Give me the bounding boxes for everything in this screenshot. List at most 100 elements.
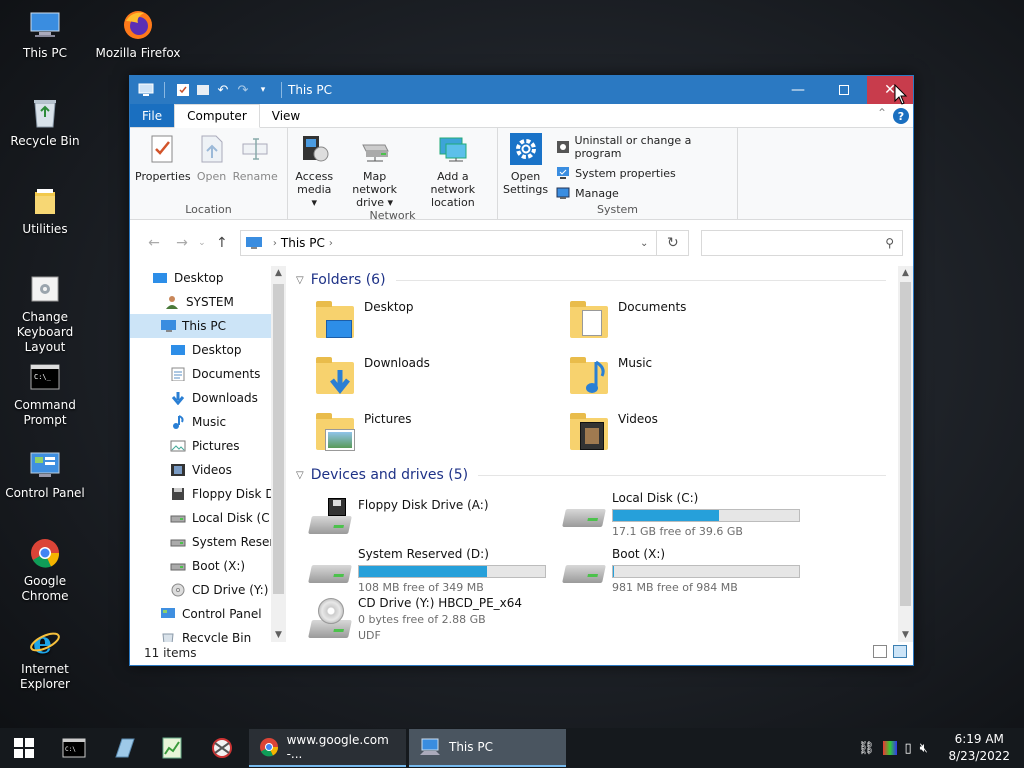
maximize-button[interactable] bbox=[821, 76, 867, 104]
address-bar[interactable]: › This PC › ⌄ bbox=[239, 230, 658, 256]
up-button[interactable]: ↑ bbox=[208, 235, 236, 251]
open-settings-button[interactable]: Open Settings bbox=[501, 132, 550, 203]
desktop-icon-change-keyboard-layout[interactable]: Change Keyboard Layout bbox=[0, 272, 90, 355]
desktop-icon-this-pc[interactable]: This PC bbox=[0, 8, 90, 61]
nav-item-cd-drive[interactable]: CD Drive (Y:) H bbox=[130, 578, 281, 602]
scrollbar-thumb[interactable] bbox=[900, 282, 911, 606]
scroll-up-arrow-icon[interactable]: ▲ bbox=[271, 268, 286, 278]
breadcrumb-chevron[interactable]: › bbox=[273, 238, 277, 249]
system-properties-button[interactable]: System properties bbox=[556, 166, 734, 180]
large-icons-view-icon[interactable] bbox=[893, 645, 907, 658]
network-tray-icon[interactable]: ⛓ bbox=[858, 741, 875, 756]
details-view-icon[interactable] bbox=[873, 645, 887, 658]
rename-button[interactable]: Rename bbox=[231, 132, 280, 203]
desktop-icon-control-panel[interactable]: Control Panel bbox=[0, 448, 90, 501]
nav-item-recycle-bin[interactable]: Recycle Bin bbox=[130, 626, 271, 642]
nav-pane-scrollbar[interactable]: ▲ ▼ bbox=[271, 266, 286, 642]
properties-qat-icon[interactable] bbox=[175, 82, 191, 98]
nav-item-this-pc[interactable]: This PC bbox=[130, 314, 271, 338]
address-dropdown-icon[interactable]: ⌄ bbox=[640, 238, 648, 249]
desktop-icon-google-chrome[interactable]: Google Chrome bbox=[0, 536, 90, 604]
nav-item-downloads[interactable]: Downloads bbox=[130, 386, 271, 410]
customize-qat-icon[interactable]: ▾ bbox=[255, 82, 271, 98]
nav-item-music[interactable]: Music bbox=[130, 410, 271, 434]
refresh-icon: ↻ bbox=[666, 235, 679, 251]
tab-computer[interactable]: Computer bbox=[174, 104, 260, 128]
drive-tile-system-reserved[interactable]: System Reserved (D:) 108 MB free of 349 … bbox=[308, 547, 558, 594]
scroll-down-arrow-icon[interactable]: ▼ bbox=[271, 630, 286, 640]
collapse-ribbon-icon[interactable]: ⌃ bbox=[877, 106, 887, 120]
recent-locations-button[interactable]: ⌄ bbox=[196, 238, 208, 248]
taskbar-snipping-tool[interactable] bbox=[202, 732, 242, 764]
minimize-button[interactable]: — bbox=[775, 76, 821, 104]
folder-tile-music[interactable]: Music bbox=[568, 354, 818, 398]
open-button[interactable]: Open bbox=[193, 132, 231, 203]
drive-tile-cd-drive[interactable]: CD Drive (Y:) HBCD_PE_x64 0 bytes free o… bbox=[308, 596, 558, 642]
content-scrollbar[interactable]: ▲ ▼ bbox=[898, 266, 913, 642]
music-note-icon bbox=[173, 415, 184, 429]
forward-button[interactable]: → bbox=[168, 235, 196, 251]
drive-tile-floppy[interactable]: Floppy Disk Drive (A:) bbox=[308, 498, 558, 542]
add-network-location-button[interactable]: Add a network location bbox=[412, 132, 494, 209]
redo-icon[interactable]: ↷ bbox=[235, 82, 251, 98]
start-button[interactable] bbox=[4, 732, 44, 764]
desktop-icon-label: Recycle Bin bbox=[10, 134, 80, 148]
folder-tile-downloads[interactable]: Downloads bbox=[314, 354, 564, 398]
nav-item-local-disk[interactable]: Local Disk (C:) bbox=[130, 506, 278, 530]
help-icon[interactable]: ? bbox=[893, 108, 909, 124]
desktop-icon-recycle-bin[interactable]: Recycle Bin bbox=[0, 96, 90, 149]
drive-tile-local-disk[interactable]: Local Disk (C:) 17.1 GB free of 39.6 GB bbox=[562, 491, 812, 538]
nav-item-label: Desktop bbox=[192, 343, 242, 357]
properties-button[interactable]: Properties bbox=[133, 132, 193, 203]
uninstall-program-button[interactable]: Uninstall or change a program bbox=[556, 134, 734, 160]
desktop-icon-utilities[interactable]: Utilities bbox=[0, 184, 90, 237]
back-button[interactable]: ← bbox=[140, 235, 168, 251]
desktop-icon-command-prompt[interactable]: C:\_ Command Prompt bbox=[0, 360, 90, 428]
nav-item-system[interactable]: SYSTEM bbox=[130, 290, 271, 314]
folder-tile-desktop[interactable]: Desktop bbox=[314, 298, 564, 342]
manage-button[interactable]: Manage bbox=[556, 186, 734, 200]
folders-section-header[interactable]: ▽ Folders (6) bbox=[296, 272, 886, 288]
taskbar-task-chrome[interactable]: www.google.com -... bbox=[249, 729, 406, 767]
nav-item-pictures[interactable]: Pictures bbox=[130, 434, 271, 458]
breadcrumb-this-pc[interactable]: This PC bbox=[281, 236, 325, 250]
tab-view[interactable]: View bbox=[260, 104, 312, 127]
folder-tile-videos[interactable]: Videos bbox=[568, 410, 818, 454]
nav-item-desktop-root[interactable]: Desktop bbox=[130, 266, 271, 290]
nav-item-system-reserved[interactable]: System Reserve bbox=[130, 530, 286, 554]
title-bar[interactable]: ↶ ↷ ▾ This PC — ✕ bbox=[130, 76, 913, 104]
color-tray-icon[interactable] bbox=[882, 741, 897, 755]
nav-item-floppy-disk[interactable]: Floppy Disk Dri bbox=[130, 482, 283, 506]
folder-tile-pictures[interactable]: Pictures bbox=[314, 410, 564, 454]
nav-item-control-panel[interactable]: Control Panel bbox=[130, 602, 271, 626]
scroll-down-arrow-icon[interactable]: ▼ bbox=[898, 630, 913, 640]
usb-tray-icon[interactable]: ▯ bbox=[905, 741, 912, 756]
taskbar-command-prompt[interactable]: C:\ bbox=[54, 732, 94, 764]
nav-item-boot[interactable]: Boot (X:) bbox=[130, 554, 271, 578]
access-media-button[interactable]: Access media ▾ bbox=[291, 132, 338, 209]
folder-tile-documents[interactable]: Documents bbox=[568, 298, 818, 342]
nav-item-videos[interactable]: Videos bbox=[130, 458, 271, 482]
scrollbar-thumb[interactable] bbox=[273, 284, 284, 594]
undo-icon[interactable]: ↶ bbox=[215, 82, 231, 98]
taskbar-task-manager[interactable] bbox=[152, 732, 192, 764]
nav-item-label: Floppy Disk Dri bbox=[192, 487, 283, 501]
tab-file[interactable]: File bbox=[130, 104, 175, 127]
breadcrumb-chevron[interactable]: › bbox=[329, 238, 333, 249]
desktop-icon-internet-explorer[interactable]: e Internet Explorer bbox=[0, 624, 90, 692]
refresh-button[interactable]: ↻ bbox=[657, 230, 690, 256]
nav-item-documents[interactable]: Documents bbox=[130, 362, 271, 386]
search-input[interactable]: ⚲ bbox=[701, 230, 904, 256]
scroll-up-arrow-icon[interactable]: ▲ bbox=[898, 268, 913, 278]
taskbar-notepad[interactable] bbox=[104, 732, 144, 764]
desktop-icon-firefox[interactable]: Mozilla Firefox bbox=[93, 8, 183, 61]
devices-section-header[interactable]: ▽ Devices and drives (5) bbox=[296, 467, 886, 483]
volume-muted-icon[interactable]: 🔇︎ bbox=[920, 741, 928, 756]
drive-tile-boot[interactable]: Boot (X:) 981 MB free of 984 MB bbox=[562, 547, 812, 594]
map-network-drive-button[interactable]: Map network drive ▾ bbox=[338, 132, 412, 209]
new-folder-qat-icon[interactable] bbox=[195, 82, 211, 98]
nav-item-desktop[interactable]: Desktop bbox=[130, 338, 271, 362]
taskbar-task-this-pc[interactable]: This PC bbox=[409, 729, 566, 767]
clock[interactable]: 6:19 AM 8/23/2022 bbox=[948, 731, 1010, 765]
folder-name: Music bbox=[618, 356, 653, 370]
